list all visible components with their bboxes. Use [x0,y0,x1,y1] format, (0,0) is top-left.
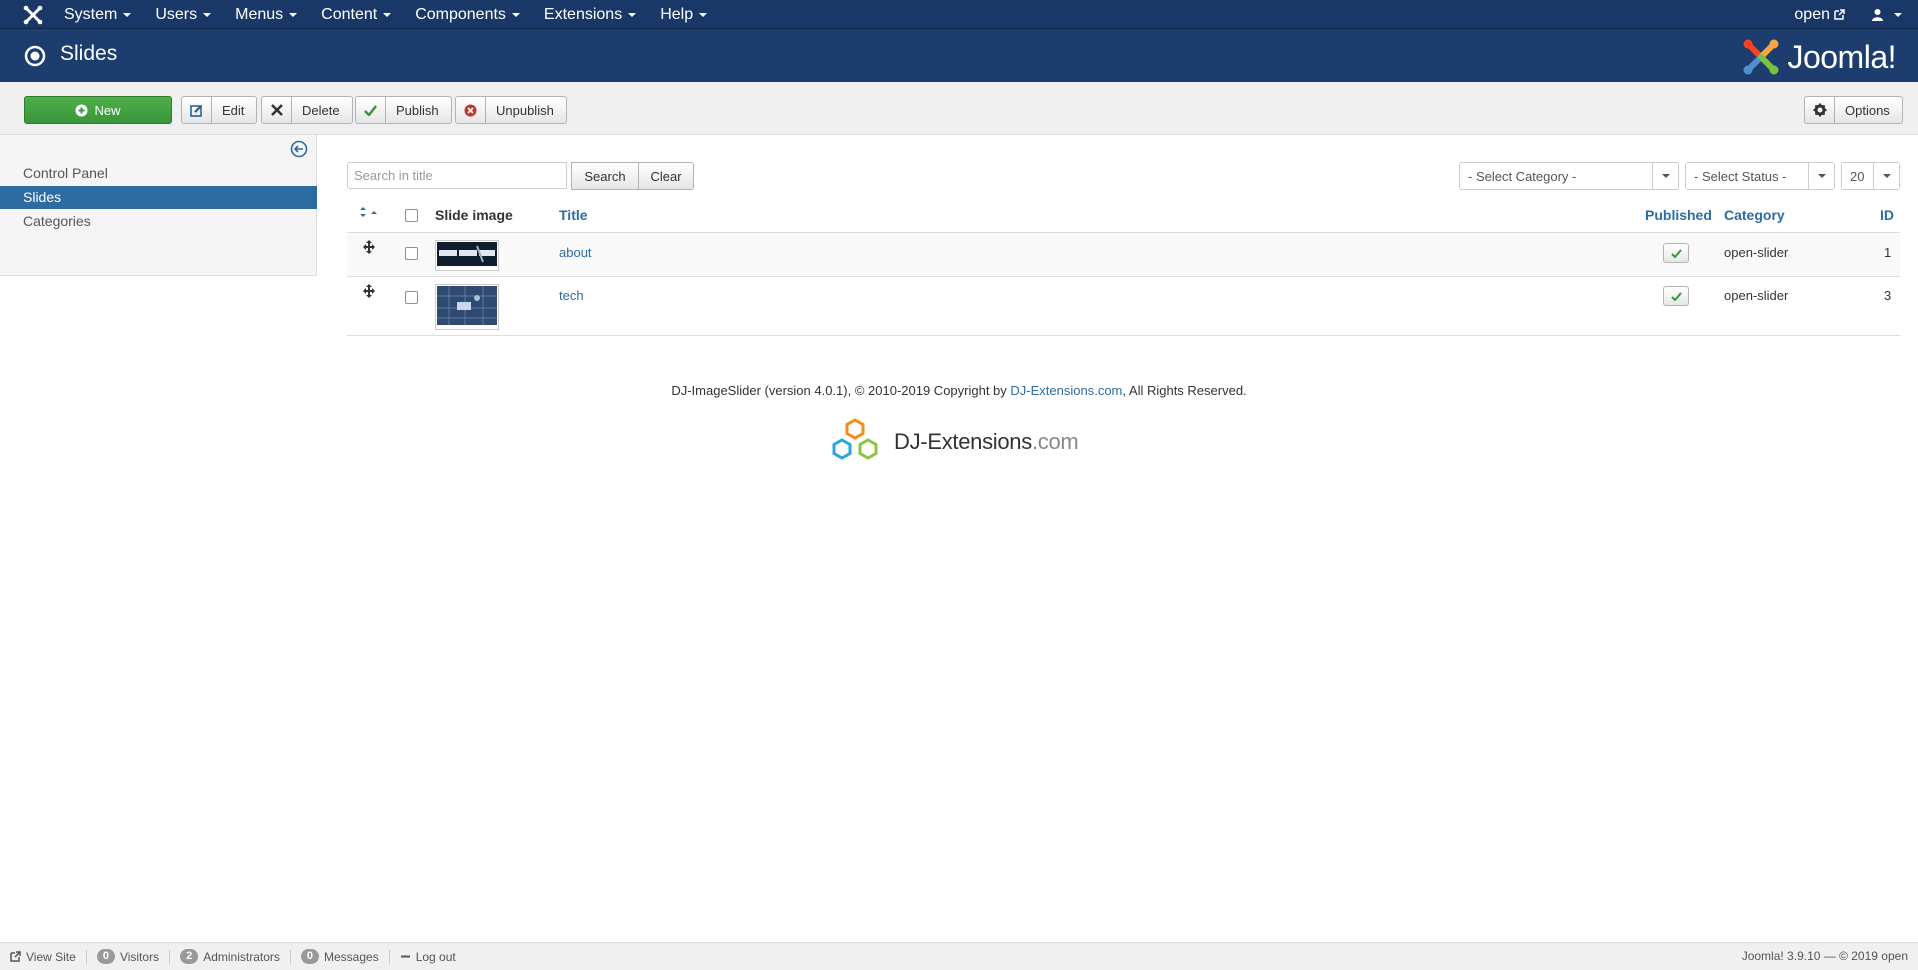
menu-extensions[interactable]: Extensions [532,0,648,29]
gear-icon [1813,103,1826,117]
page-title: Slides [60,42,118,65]
menu-menus[interactable]: Menus [223,0,309,29]
table-row: about open-slider 1 [347,233,1900,277]
slide-thumbnail [435,240,499,271]
top-navbar: System Users Menus Content Components Ex… [0,0,1918,29]
drag-handle-icon[interactable] [363,284,375,298]
logout-link[interactable]: Log out [390,950,466,964]
slide-thumbnail [435,284,499,330]
edit-button[interactable]: Edit [181,96,258,124]
select-all-checkbox[interactable] [405,209,418,222]
hexagons-logo-icon [832,418,878,460]
caret-down-icon [511,12,520,17]
sidebar-item-slides[interactable]: Slides [0,186,317,209]
user-icon [1872,9,1883,21]
slide-category: open-slider [1724,245,1789,260]
caret-down-icon [203,12,212,17]
dj-extensions-link[interactable]: DJ-Extensions.com [1010,383,1122,398]
caret-down-icon [628,12,637,17]
caret-down-icon [123,12,132,17]
published-toggle[interactable] [1663,286,1689,306]
collapse-sidebar-icon[interactable] [290,140,308,158]
caret-down-icon [383,12,392,17]
caret-down-icon [289,12,298,17]
menu-users[interactable]: Users [143,0,223,29]
published-toggle[interactable] [1663,243,1689,263]
col-published[interactable]: Published [1645,202,1712,229]
joomla-brand-logo: Joomla! [1741,37,1896,77]
unpublish-circle-x-icon [464,104,477,116]
external-link-icon [1834,9,1845,20]
menu-content[interactable]: Content [309,0,403,29]
chevron-down-icon [1882,174,1891,178]
col-category[interactable]: Category [1724,202,1785,229]
checkmark-icon [364,104,377,116]
chevron-down-icon [1661,174,1670,178]
table-row: tech open-slider 3 [347,277,1900,336]
menu-help[interactable]: Help [648,0,719,29]
status-bar: View Site 0 Visitors 2 Administrators 0 … [0,942,1918,970]
dj-extensions-logo[interactable]: DJ-Extensions.com [828,418,1079,466]
delete-x-icon [270,104,283,116]
drag-handle-icon[interactable] [363,240,375,254]
col-title[interactable]: Title [559,202,588,229]
administrators-link[interactable]: 2 Administrators [170,949,291,964]
admins-count-badge: 2 [180,949,199,964]
joomla-brand-icon [1743,39,1779,75]
page-header: Slides Joomla! [0,29,1918,82]
col-slide-image: Slide image [435,207,513,223]
copyright-credit: DJ-ImageSlider (version 4.0.1), © 2010-2… [671,383,1247,398]
view-site-link[interactable]: View Site [10,949,87,964]
category-select[interactable]: - Select Category - [1459,162,1679,190]
caret-down-icon [1894,12,1902,17]
chevron-down-icon [1817,174,1826,178]
external-link-icon [10,951,21,962]
toolbar: New Edit Delete Publish Unpublish Option… [0,82,1918,135]
edit-icon [190,104,202,117]
menu-components[interactable]: Components [403,0,532,29]
checkmark-icon [1670,291,1682,301]
sidebar-item-categories[interactable]: Categories [0,210,317,233]
options-button[interactable]: Options [1804,96,1903,124]
visitors-count-badge: 0 [96,949,115,964]
search-input[interactable] [347,162,567,189]
plus-circle-icon [75,104,88,116]
visitors-link[interactable]: 0 Visitors [87,949,171,964]
slide-id: 1 [1884,245,1892,260]
publish-button[interactable]: Publish [355,96,452,124]
checkmark-icon [1670,248,1682,258]
limit-select[interactable]: 20 [1841,162,1900,190]
slides-table: Slide image Title Published Category ID … [347,202,1900,336]
col-id[interactable]: ID [1880,202,1894,229]
search-button[interactable]: Search [571,162,639,190]
slides-icon [24,45,46,67]
main-menu: System Users Menus Content Components Ex… [52,0,719,29]
sidebar-item-control-panel[interactable]: Control Panel [0,162,317,185]
user-menu[interactable] [1871,8,1902,21]
unpublish-button[interactable]: Unpublish [455,96,567,124]
sidebar: Control Panel Slides Categories [0,135,317,276]
ordering-sort-icon[interactable] [357,203,379,232]
slide-title-link[interactable]: tech [559,288,584,303]
row-checkbox[interactable] [405,247,418,260]
slide-id: 3 [1884,288,1892,303]
caret-down-icon [699,12,708,17]
delete-button[interactable]: Delete [261,96,353,124]
slide-category: open-slider [1724,288,1789,303]
slide-title-link[interactable]: about [559,245,592,260]
new-button[interactable]: New [24,96,172,124]
messages-link[interactable]: 0 Messages [291,949,390,964]
view-site-link[interactable]: open [1794,6,1845,24]
version-info: Joomla! 3.9.10 — © 2019 open [1741,949,1908,963]
menu-system[interactable]: System [52,0,143,29]
row-checkbox[interactable] [405,291,418,304]
minus-icon [400,955,410,958]
messages-count-badge: 0 [300,949,319,964]
table-header: Slide image Title Published Category ID [347,202,1900,233]
status-select[interactable]: - Select Status - [1685,162,1835,190]
joomla-logo-icon[interactable] [22,4,44,26]
clear-button[interactable]: Clear [638,162,694,190]
